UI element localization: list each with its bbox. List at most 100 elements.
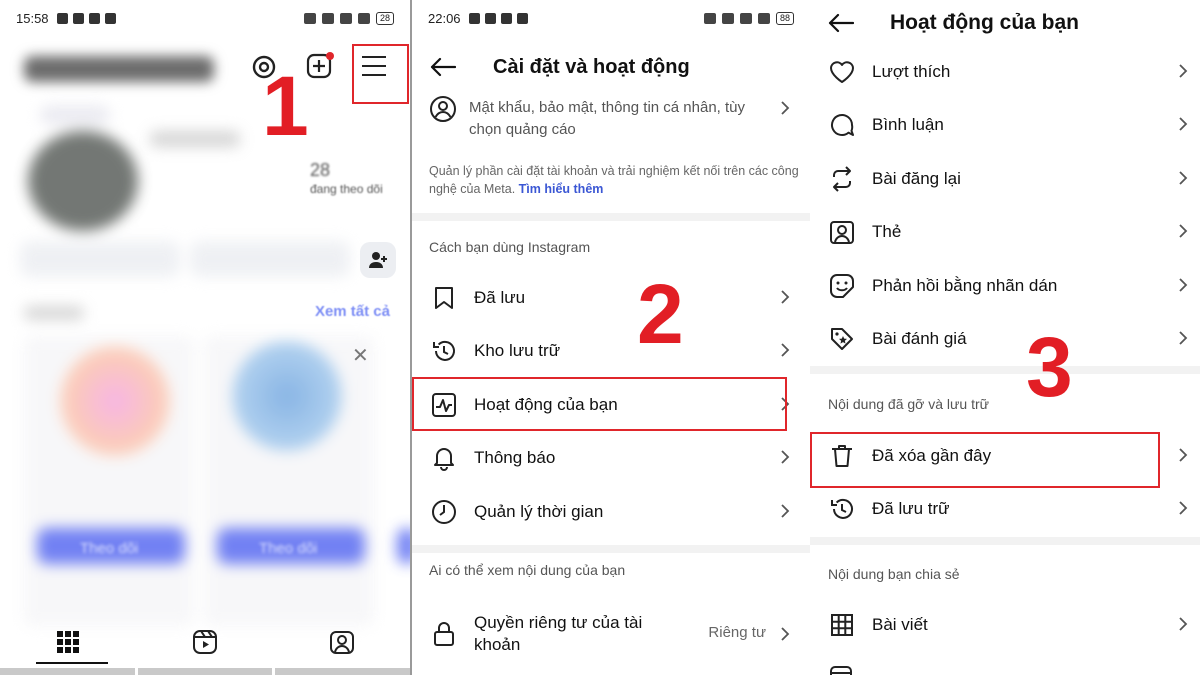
- menu-item-likes[interactable]: Lượt thích: [810, 47, 1200, 97]
- add-person-icon[interactable]: [360, 242, 396, 278]
- menu-item-archive[interactable]: Kho lưu trữ: [412, 326, 810, 376]
- menu-item-label: Lượt thích: [872, 62, 951, 81]
- lock-icon: [430, 620, 458, 648]
- status-bar: 22:06 88: [412, 0, 810, 36]
- section-title-visibility: Ai có thể xem nội dung của bạn: [429, 562, 626, 578]
- menu-item-label: Bài đăng lại: [872, 169, 961, 188]
- menu-item-label: Thông báo: [474, 448, 556, 467]
- menu-item-sticker-responses[interactable]: Phản hồi bằng nhãn dán: [810, 261, 1200, 311]
- post-thumbnails: [0, 668, 410, 675]
- menu-item-label: Bài viết: [872, 615, 928, 634]
- blurred-profile-content: [0, 36, 410, 675]
- meta-note-text: Quản lý phần cài đặt tài khoản và trải n…: [429, 164, 799, 196]
- chevron-right-icon: [780, 100, 790, 121]
- grid-icon: [828, 611, 856, 639]
- menu-item-label: Bình luận: [872, 115, 944, 134]
- blurred-stat-value: 28: [310, 160, 331, 180]
- status-time: 22:06: [428, 10, 461, 26]
- archive-icon: [430, 337, 458, 365]
- menu-item-label: Phản hồi bằng nhãn dán: [872, 276, 1058, 295]
- highlight-box-menu: [352, 44, 409, 104]
- profile-panel: 15:58 28 28 đang theo dõi Xem tất cả ✕ T…: [0, 0, 410, 675]
- menu-item-comments[interactable]: Bình luận: [810, 100, 1200, 150]
- repost-icon: [828, 165, 856, 193]
- section-separator: [810, 537, 1200, 545]
- bookmark-icon: [430, 284, 458, 312]
- back-arrow-icon[interactable]: [828, 11, 858, 35]
- highlight-box-recently-deleted: [810, 432, 1160, 488]
- chevron-right-icon: [1178, 63, 1188, 84]
- menu-item-notifications[interactable]: Thông báo: [412, 433, 810, 483]
- chevron-right-icon: [780, 626, 790, 647]
- reels-icon: [828, 664, 854, 675]
- menu-item-label: Thẻ: [872, 222, 902, 241]
- chevron-right-icon: [1178, 447, 1188, 468]
- comment-icon: [828, 111, 856, 139]
- status-time: 15:58: [16, 10, 49, 26]
- menu-item-reposts[interactable]: Bài đăng lại: [810, 154, 1200, 204]
- step-number: 2: [637, 267, 684, 361]
- menu-item-reviews[interactable]: Bài đánh giá: [810, 314, 1200, 364]
- tab-reels[interactable]: [137, 612, 274, 672]
- privacy-status-value: Riêng tư: [708, 624, 766, 641]
- status-bar: 15:58 28: [0, 0, 410, 36]
- menu-item-label: Quyền riêng tư của tài khoản: [474, 613, 643, 654]
- battery-icon: 88: [775, 11, 794, 25]
- account-center-description[interactable]: Mật khẩu, bảo mật, thông tin cá nhân, tù…: [469, 97, 769, 141]
- new-post-icon[interactable]: [304, 50, 336, 84]
- chevron-right-icon: [1178, 330, 1188, 351]
- chevron-right-icon: [1178, 277, 1188, 298]
- profile-tabs: [0, 612, 410, 672]
- menu-item-label: Đã lưu: [474, 288, 526, 307]
- battery-icon: 28: [375, 11, 394, 25]
- settings-panel: 22:06 88 Cài đặt và hoạt động Mật khẩu, …: [412, 0, 810, 675]
- bell-icon: [430, 444, 458, 472]
- back-arrow-icon[interactable]: [430, 55, 460, 79]
- close-icon[interactable]: ✕: [352, 343, 369, 368]
- blurred-username: [24, 56, 214, 82]
- tab-grid[interactable]: [0, 612, 137, 672]
- activity-header: Hoạt động của bạn: [810, 8, 1200, 38]
- active-tab-indicator: [36, 662, 108, 664]
- section-separator: [810, 366, 1200, 374]
- section-title-shared: Nội dung bạn chia sẻ: [828, 566, 960, 582]
- status-system-icons: 28: [303, 11, 394, 25]
- page-title: Cài đặt và hoạt động: [493, 55, 690, 78]
- chevron-right-icon: [1178, 223, 1188, 244]
- section-separator: [412, 213, 810, 221]
- sticker-icon: [828, 272, 856, 300]
- chevron-right-icon: [1178, 170, 1188, 191]
- status-app-icons: [468, 12, 528, 24]
- step-number: 1: [262, 59, 309, 153]
- chevron-right-icon: [1178, 616, 1188, 637]
- step-number: 3: [1026, 320, 1073, 414]
- chevron-right-icon: [780, 289, 790, 310]
- menu-item-time-management[interactable]: Quản lý thời gian: [412, 487, 810, 537]
- tab-tagged[interactable]: [273, 612, 410, 672]
- section-separator: [412, 545, 810, 553]
- learn-more-link[interactable]: Tìm hiểu thêm: [519, 182, 604, 196]
- follow-button-label[interactable]: Theo dõi: [80, 540, 138, 557]
- account-center-icon: [429, 95, 457, 128]
- highlight-box-activity: [412, 377, 787, 431]
- menu-item-posts[interactable]: Bài viết: [810, 600, 1200, 650]
- menu-item-label: Bài đánh giá: [872, 329, 967, 348]
- chevron-right-icon: [1178, 116, 1188, 137]
- archive-icon: [828, 495, 856, 523]
- see-all-link[interactable]: Xem tất cả: [315, 303, 390, 320]
- blurred-stat-label: đang theo dõi: [310, 182, 383, 196]
- chevron-right-icon: [1178, 500, 1188, 521]
- menu-item-label: Đã lưu trữ: [872, 499, 950, 518]
- meta-note: Quản lý phần cài đặt tài khoản và trải n…: [429, 162, 799, 198]
- settings-header: Cài đặt và hoạt động: [412, 50, 810, 84]
- follow-button-label[interactable]: Theo dõi: [259, 540, 317, 557]
- tag-person-icon: [828, 218, 856, 246]
- chevron-right-icon: [780, 503, 790, 524]
- menu-item-saved[interactable]: Đã lưu: [412, 273, 810, 323]
- chevron-right-icon: [780, 342, 790, 363]
- menu-item-label: Kho lưu trữ: [474, 341, 561, 360]
- menu-item-archived[interactable]: Đã lưu trữ: [810, 484, 1200, 534]
- your-activity-panel: Hoạt động của bạn Lượt thích Bình luận B…: [810, 0, 1200, 675]
- clock-icon: [430, 498, 458, 526]
- menu-item-tags[interactable]: Thẻ: [810, 207, 1200, 257]
